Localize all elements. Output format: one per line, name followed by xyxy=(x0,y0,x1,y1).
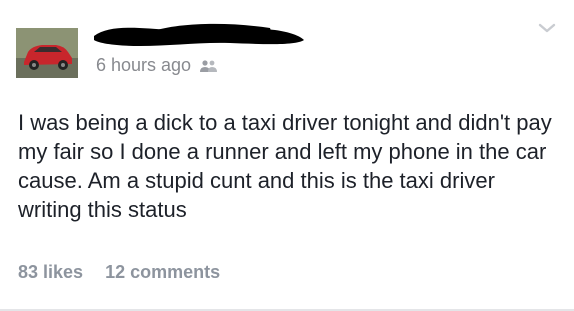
post-meta: 6 hours ago xyxy=(96,55,219,76)
comments-count[interactable]: 12 comments xyxy=(105,262,220,283)
status-text: I was being a dick to a taxi driver toni… xyxy=(18,110,552,222)
profile-avatar[interactable] xyxy=(16,28,78,78)
post-stats: 83 likes 12 comments xyxy=(18,262,220,283)
likes-count[interactable]: 83 likes xyxy=(18,262,83,283)
friends-icon[interactable] xyxy=(199,59,219,73)
car-photo xyxy=(16,28,78,78)
redacted-name xyxy=(94,23,304,46)
post-timestamp[interactable]: 6 hours ago xyxy=(96,55,191,76)
post-card: 6 hours ago I was being a dick to a taxi… xyxy=(0,0,574,311)
chevron-down-icon[interactable] xyxy=(538,22,556,34)
